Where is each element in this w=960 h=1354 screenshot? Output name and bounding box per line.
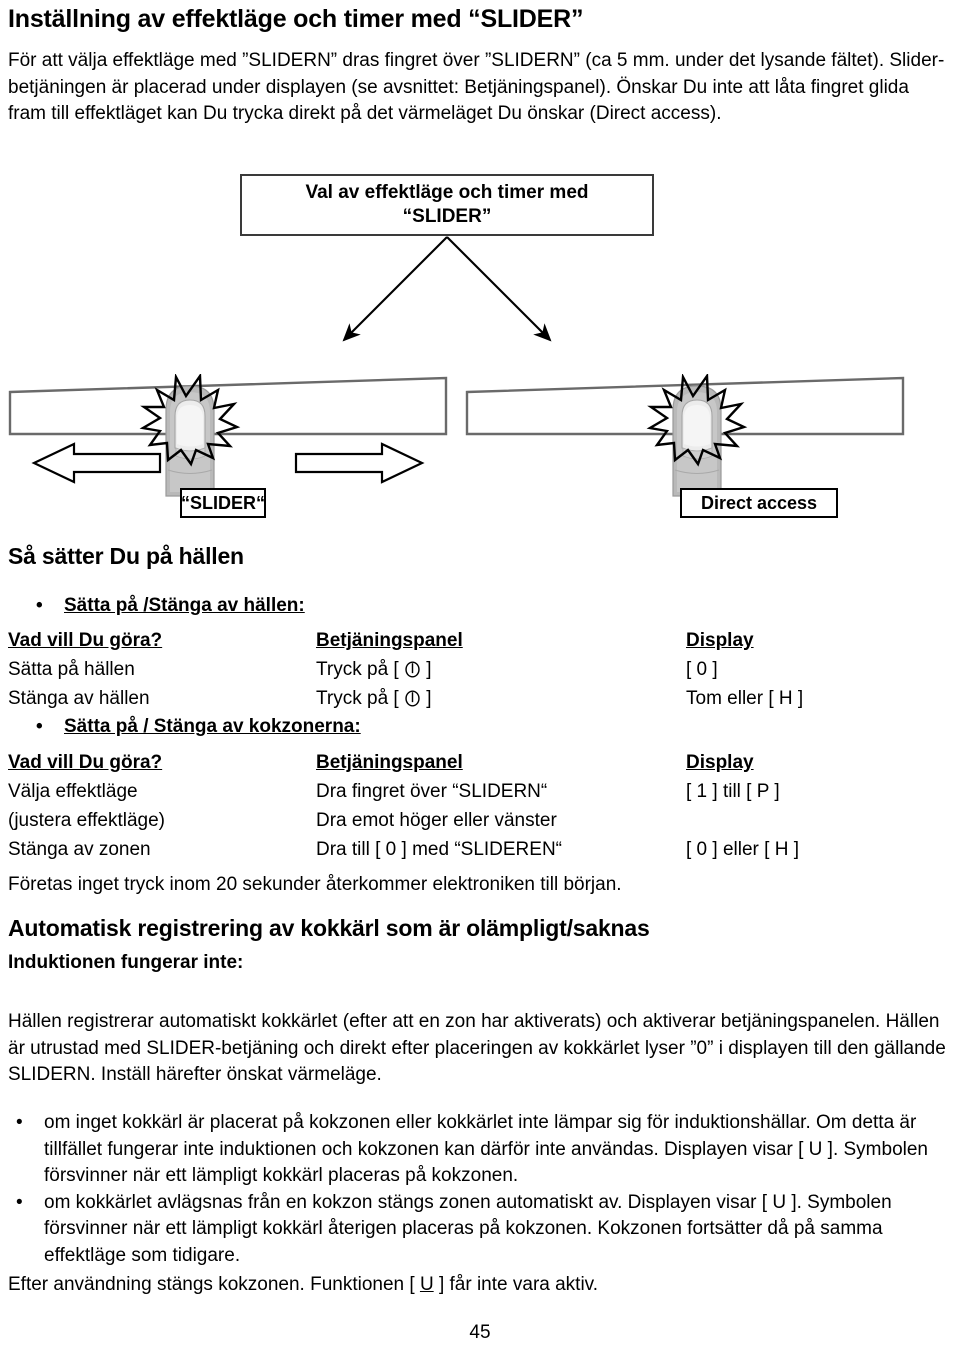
table-row: Välja effektläge Dra fingret över “SLIDE… — [0, 777, 960, 806]
bullet-dot-icon: • — [36, 716, 43, 737]
cell-action: Stänga av zonen — [8, 839, 151, 860]
bullet-heading-zones-text: Sätta på / Stänga av kokzonerna: — [64, 716, 361, 737]
bullet-dot-icon: • — [36, 595, 43, 616]
list-item: • om kokkärlet avlägsnas från en kokzon … — [8, 1190, 956, 1270]
cell-panel: Tryck på [ ] — [316, 655, 432, 684]
cell-display: [ 0 ] eller [ H ] — [686, 839, 799, 860]
slider-panel-graphic-right — [465, 374, 905, 497]
cell-action: (justera effektläge) — [8, 810, 166, 831]
col-header-panel: Betjäningspanel — [316, 630, 463, 651]
arrow-left-icon — [31, 442, 162, 484]
cell-panel-prefix: Tryck på [ — [316, 688, 404, 709]
list-item-text: om kokkärlet avlägsnas från en kokzon st… — [44, 1191, 892, 1266]
table-row: Stänga av hällen Tryck på [ ] Tom eller … — [0, 684, 960, 713]
page-number: 45 — [469, 1322, 491, 1343]
col-header-display: Display — [686, 630, 754, 651]
bullet-heading-on-off-text: Sätta på /Stänga av hällen: — [64, 595, 305, 616]
diagram-top-box-text: Val av effektläge och timer med “SLIDER” — [305, 181, 588, 229]
cell-panel: Dra emot höger eller vänster — [316, 810, 557, 831]
slider-panel-graphic-left — [8, 374, 448, 497]
col-header-action: Vad vill Du göra? — [8, 752, 163, 773]
footer-note-suffix: ] får inte vara aktiv. — [433, 1274, 599, 1295]
cell-action: Stänga av hällen — [8, 688, 150, 709]
footer-note: Efter användning stängs kokzonen. Funkti… — [8, 1272, 952, 1299]
page-title: Inställning av effektläge och timer med … — [8, 5, 584, 33]
table-row: (justera effektläge) Dra emot höger elle… — [0, 806, 960, 835]
cell-display: Tom eller [ H ] — [686, 688, 804, 709]
bullet-dot-icon: • — [16, 1112, 23, 1133]
slider-diagram: Val av effektläge och timer med “SLIDER” — [0, 168, 960, 533]
top-box-line2: “SLIDER” — [402, 206, 492, 227]
section-heading-turn-on: Så sätter Du på hällen — [8, 543, 244, 569]
timeout-note: Företas inget tryck inom 20 sekunder åte… — [8, 874, 622, 895]
slider-illustration-right — [465, 374, 905, 504]
cell-action: Sätta på hällen — [8, 659, 135, 680]
cell-panel: Dra fingret över “SLIDERN“ — [316, 781, 548, 802]
col-header-display: Display — [686, 752, 754, 773]
auto-detect-bullet-list: • om inget kokkärl är placerat på kokzon… — [8, 1110, 956, 1269]
bullet-dot-icon: • — [16, 1191, 23, 1213]
finger-icon — [672, 385, 722, 497]
cell-display: [ 1 ] till [ P ] — [686, 781, 780, 802]
table-row: Sätta på hällen Tryck på [ ] [ 0 ] — [0, 655, 960, 684]
diagram-label-slider: “SLIDER“ — [180, 488, 266, 518]
intro-paragraph: För att välja effektläge med ”SLIDERN” d… — [8, 50, 945, 124]
section-subheading-induction: Induktionen fungerar inte: — [8, 952, 244, 973]
power-symbol-icon — [404, 658, 421, 678]
footer-note-prefix: Efter användning stängs kokzonen. Funkti… — [8, 1274, 420, 1295]
diagram-label-direct-access: Direct access — [680, 488, 838, 518]
list-item: • om inget kokkärl är placerat på kokzon… — [8, 1110, 956, 1190]
col-header-panel: Betjäningspanel — [316, 752, 463, 773]
table-zones: Vad vill Du göra? Betjäningspanel Displa… — [0, 748, 960, 864]
top-box-line1: Val av effektläge och timer med — [305, 182, 589, 203]
footer-note-symbol: U — [419, 1274, 434, 1295]
diagram-top-box: Val av effektläge och timer med “SLIDER” — [240, 174, 654, 236]
cell-display: [ 0 ] — [686, 659, 718, 680]
auto-detect-paragraph: Hällen registrerar automatiskt kokkärlet… — [8, 1011, 946, 1085]
power-symbol-icon — [404, 687, 421, 707]
section-heading-auto-detect: Automatisk registrering av kokkärl som ä… — [8, 915, 650, 941]
finger-icon — [165, 385, 215, 497]
list-item-text: om inget kokkärl är placerat på kokzonen… — [44, 1112, 928, 1186]
document-page: Inställning av effektläge och timer med … — [0, 0, 960, 1354]
arrow-right-icon — [294, 442, 425, 484]
col-header-action: Vad vill Du göra? — [8, 630, 163, 651]
cell-panel-prefix: Tryck på [ — [316, 659, 404, 680]
table-row: Stänga av zonen Dra till [ 0 ] med “SLID… — [0, 835, 960, 864]
cell-panel: Dra till [ 0 ] med “SLIDEREN“ — [316, 839, 562, 860]
table-header-row: Vad vill Du göra? Betjäningspanel Displa… — [0, 748, 960, 777]
cell-panel-suffix: ] — [420, 688, 432, 709]
bullet-heading-on-off: • Sätta på /Stänga av hällen: — [36, 595, 305, 617]
table-header-row: Vad vill Du göra? Betjäningspanel Displa… — [0, 626, 960, 655]
cell-action: Välja effektläge — [8, 781, 138, 802]
cell-panel-suffix: ] — [420, 659, 432, 680]
slider-illustration-left — [8, 374, 448, 504]
bullet-heading-zones: • Sätta på / Stänga av kokzonerna: — [36, 716, 361, 738]
table-turn-on: Vad vill Du göra? Betjäningspanel Displa… — [0, 626, 960, 713]
cell-panel: Tryck på [ ] — [316, 684, 432, 713]
